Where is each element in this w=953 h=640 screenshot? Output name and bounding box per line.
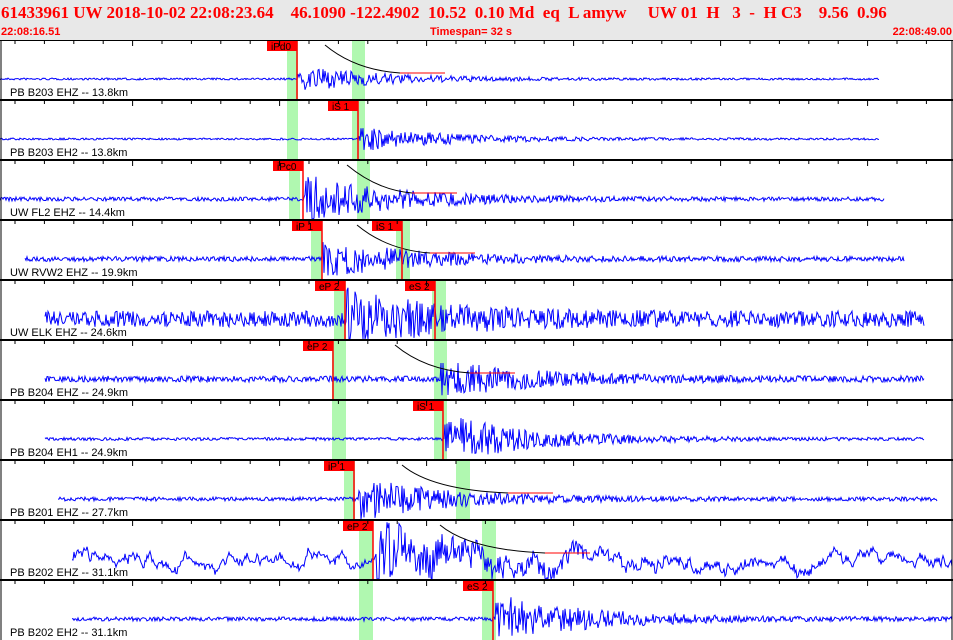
channel-row[interactable]: eS 2 PB B202 EH2 -- 31.1km xyxy=(10,581,953,640)
channel-row[interactable]: iS 1 PB B203 EH2 -- 13.8km xyxy=(0,101,879,160)
pick-window xyxy=(359,581,373,640)
pick-label: iPd0 xyxy=(271,42,291,53)
coda-curve xyxy=(394,344,471,374)
channel-row[interactable]: eP 2 PB B204 EHZ -- 24.9km xyxy=(10,341,925,400)
end-time: 22:08:49.00 xyxy=(892,26,952,38)
pick-window xyxy=(332,401,346,460)
channel-label: PB B201 EHZ -- 27.7km xyxy=(10,507,128,519)
pick-label: eP 2 xyxy=(319,282,340,293)
event-summary: 61433961 UW 2018-10-02 22:08:23.64 46.10… xyxy=(1,3,887,22)
waveform-trace xyxy=(44,418,925,455)
pick-label: iP 1 xyxy=(296,222,313,233)
channel-row[interactable]: iS 1 PB B204 EH1 -- 24.9km xyxy=(10,401,925,460)
channel-label: PB B202 EHZ -- 31.1km xyxy=(10,567,128,579)
channel-row[interactable]: iPd0 PB B203 EHZ -- 13.8km xyxy=(0,41,880,100)
channel-label: UW ELK EHZ -- 24.6km xyxy=(10,327,127,339)
channel-row[interactable]: iP 1 PB B201 EHZ -- 27.7km xyxy=(10,461,938,520)
waveform-trace xyxy=(44,287,925,340)
pick-window xyxy=(456,461,470,520)
pick-window xyxy=(332,341,346,400)
channel-label: PB B203 EHZ -- 13.8km xyxy=(10,87,128,99)
pick-window xyxy=(482,521,496,580)
pick-label: iS 1 xyxy=(417,402,435,413)
channel-label: PB B203 EH2 -- 13.8km xyxy=(10,147,127,159)
pick-window xyxy=(287,101,298,160)
waveform-trace xyxy=(0,176,885,220)
coda-curve xyxy=(346,164,413,194)
pick-label: eP 2 xyxy=(307,342,328,353)
channel-label: UW RVW2 EHZ -- 19.9km xyxy=(10,267,138,279)
channel-row[interactable]: eP 2 PB B202 EHZ -- 31.1km xyxy=(10,521,953,581)
channel-row[interactable]: eP 2 eS 2UW ELK EHZ -- 24.6km xyxy=(10,281,925,340)
timespan: Timespan= 32 s xyxy=(430,26,513,38)
pick-window xyxy=(352,41,365,100)
waveform-trace xyxy=(71,597,953,637)
header-bar: 61433961 UW 2018-10-02 22:08:23.64 46.10… xyxy=(0,0,953,40)
waveform-trace xyxy=(58,482,938,520)
channel-label: UW FL2 EHZ -- 14.4km xyxy=(10,207,125,219)
seismogram-panel[interactable]: iPd0 PB B203 EHZ -- 13.8km iS 1 PB B203 EH2… xyxy=(0,40,953,640)
channel-row[interactable]: iP 1 iS 1 UW RVW2 EHZ -- 19.9km xyxy=(10,221,905,280)
pick-label: eS 2 xyxy=(467,582,488,593)
channel-label: PB B204 EHZ -- 24.9km xyxy=(10,387,128,399)
waveform-trace xyxy=(24,242,905,276)
pick-label: iP 1 xyxy=(328,462,345,473)
phase-pick[interactable]: eP 2 xyxy=(303,341,334,400)
coda-curve xyxy=(401,464,509,494)
channel-label: PB B204 EH1 -- 24.9km xyxy=(10,447,127,459)
waveform-trace xyxy=(0,68,880,90)
pick-label: iS 1 xyxy=(376,222,394,233)
channel-row[interactable]: iPc0UW FL2 EHZ -- 14.4km xyxy=(0,161,885,220)
pick-label: eP 2 xyxy=(347,522,368,533)
waveform-trace xyxy=(44,362,925,396)
pick-label: iS 1 xyxy=(332,102,350,113)
start-time: 22:08:16.51 xyxy=(1,26,61,38)
channel-label: PB B202 EH2 -- 31.1km xyxy=(10,627,127,639)
waveform-trace xyxy=(0,128,879,151)
